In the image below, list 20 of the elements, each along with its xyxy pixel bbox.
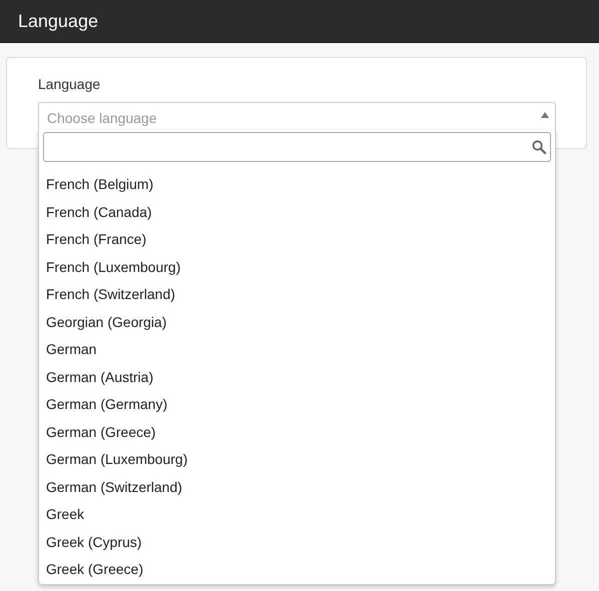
option-item[interactable]: French (Switzerland)	[43, 281, 551, 308]
option-item[interactable]: Greek	[43, 501, 551, 528]
option-item[interactable]: Greek (Cyprus)	[43, 528, 551, 556]
option-item[interactable]: French (Belgium)	[43, 171, 551, 198]
page-title: Language	[18, 10, 98, 32]
search-icon	[532, 140, 546, 154]
search-field[interactable]	[43, 132, 551, 162]
option-item[interactable]: German (Greece)	[43, 418, 551, 446]
option-item[interactable]: French (Canada)	[43, 198, 551, 226]
option-item[interactable]: French (Luxembourg)	[43, 254, 551, 281]
option-item[interactable]: German (Switzerland)	[43, 474, 551, 501]
field-label: Language	[38, 76, 102, 92]
option-item[interactable]: French (France)	[43, 226, 551, 254]
option-item[interactable]: Georgian (Georgia)	[43, 308, 551, 336]
caret-icon	[541, 112, 549, 118]
option-item[interactable]: German	[43, 336, 551, 364]
option-item[interactable]: German (Luxembourg)	[43, 446, 551, 474]
option-item[interactable]: German (Austria)	[43, 364, 551, 391]
option-item[interactable]: Greek (Greece)	[43, 556, 551, 584]
option-item[interactable]: German (Germany)	[43, 391, 551, 418]
